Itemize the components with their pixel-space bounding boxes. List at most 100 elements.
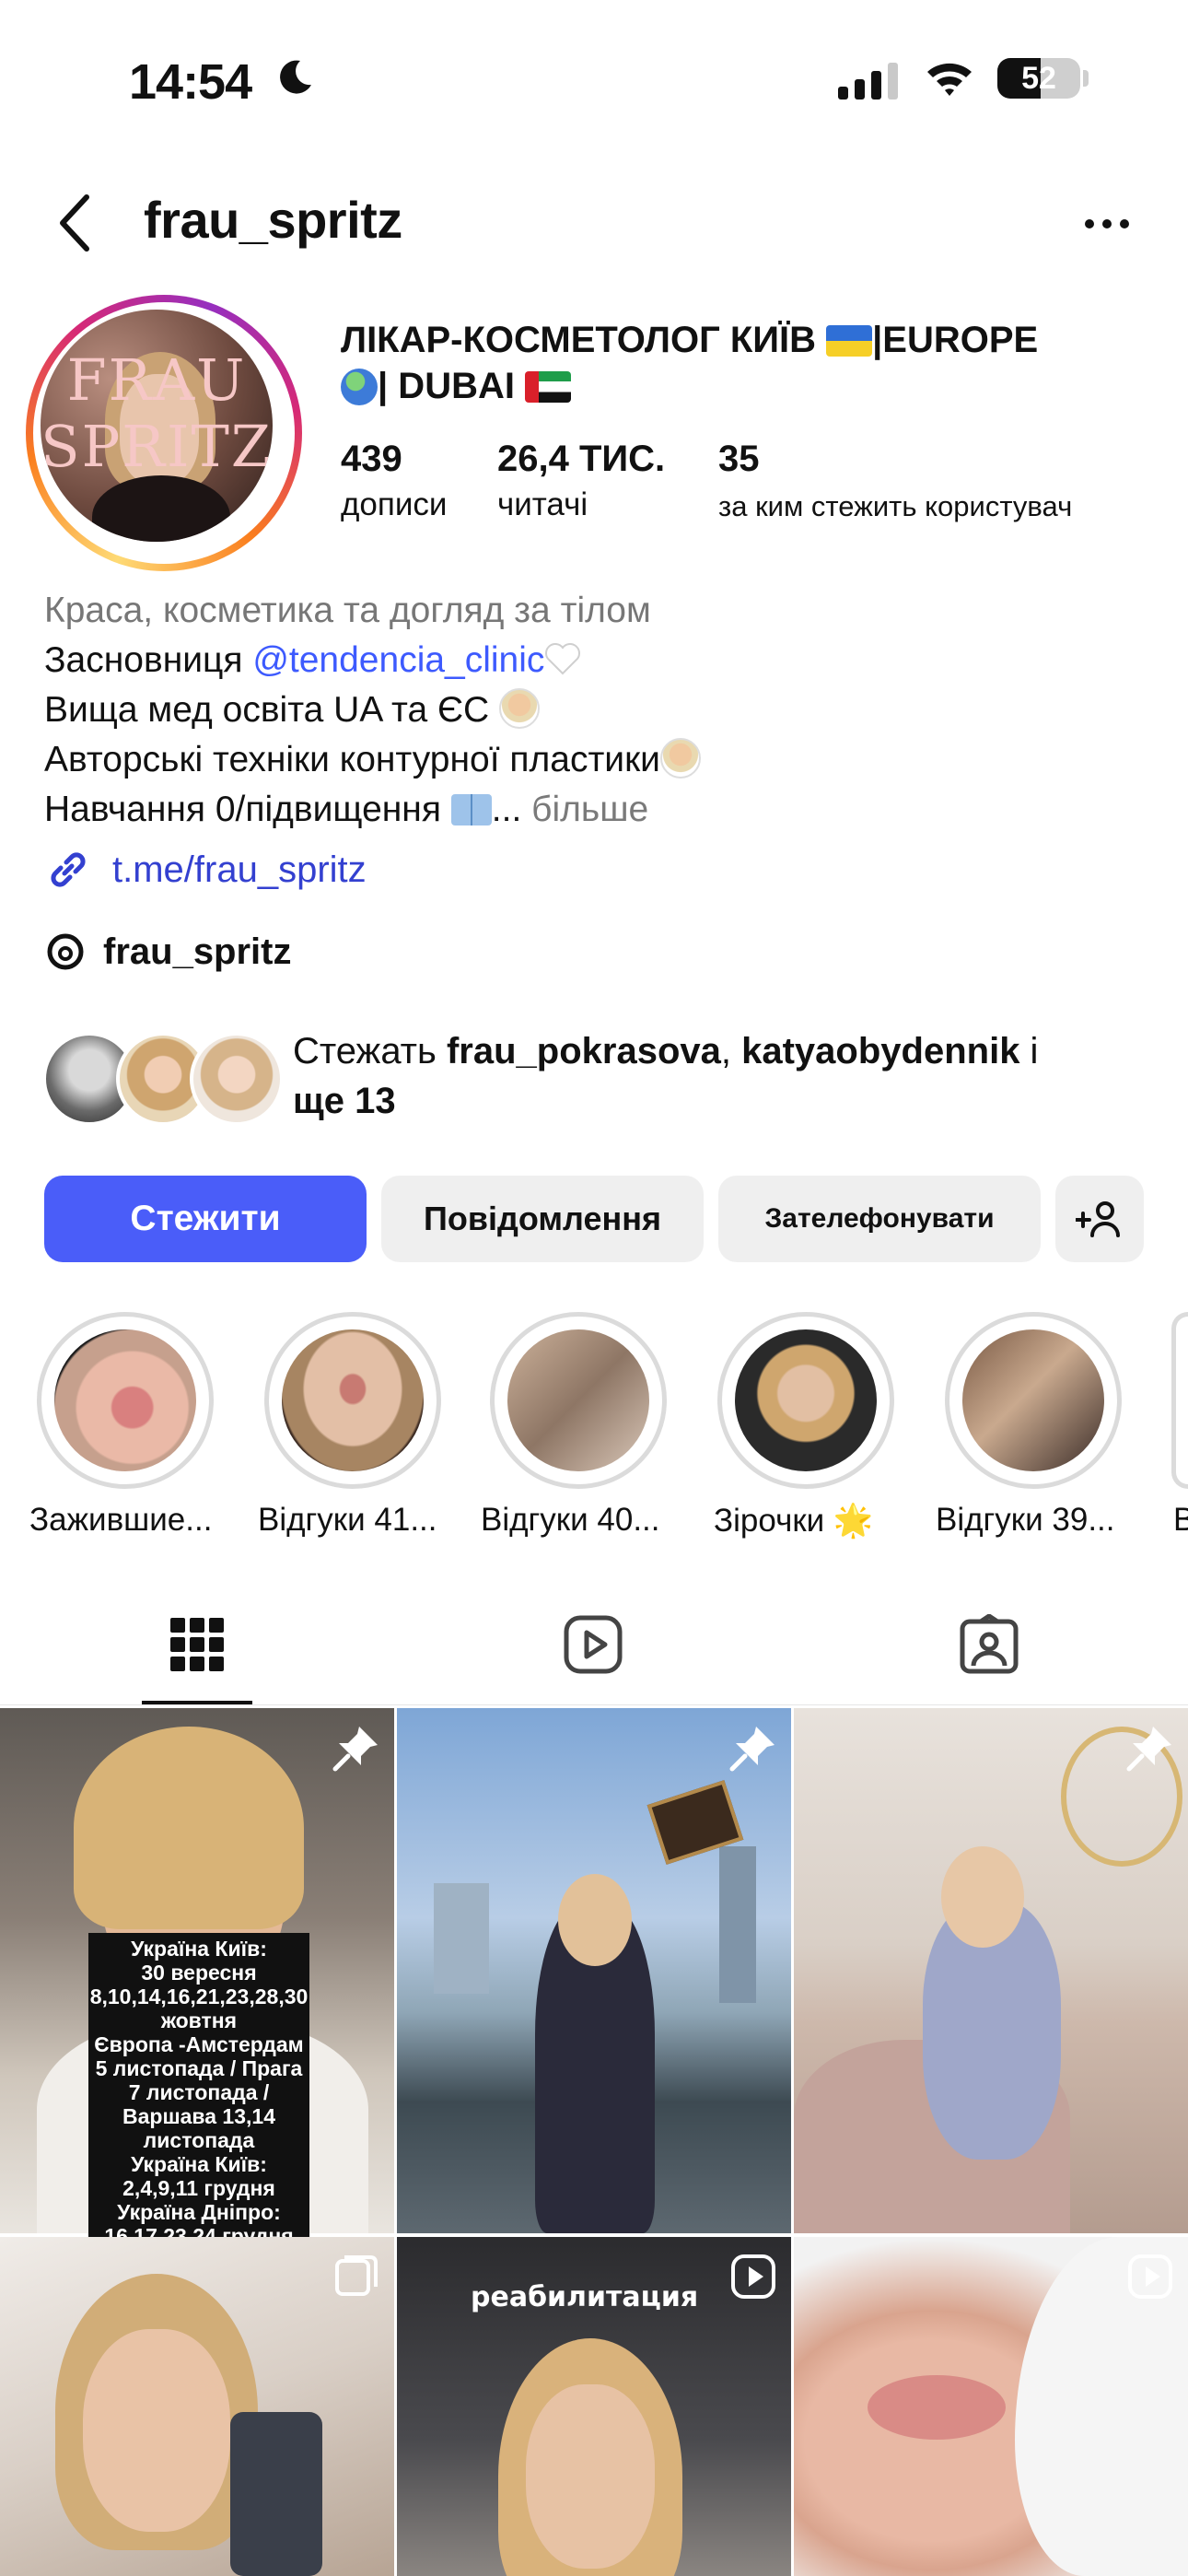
- bio-line: Навчання 0/підвищення: [44, 790, 451, 829]
- threads-username[interactable]: frau_spritz: [103, 931, 292, 973]
- tagged-icon[interactable]: [959, 1614, 1019, 1675]
- highlight-label: В: [1173, 1502, 1188, 1538]
- highlight-label: Відгуки 40...: [481, 1502, 660, 1538]
- overlay-line: 5 листопада / Прага: [95, 2056, 303, 2080]
- highlight-item[interactable]: Зірочки 🌟: [714, 1312, 894, 1539]
- post-thumbnail[interactable]: [397, 1708, 791, 2233]
- follow-button[interactable]: Стежити: [44, 1176, 367, 1262]
- highlight-cover: [282, 1329, 424, 1471]
- post-subject: [526, 2384, 655, 2569]
- overlay-line: Україна Дніпро:: [117, 2200, 281, 2224]
- post-thumbnail[interactable]: [794, 2237, 1188, 2576]
- post-thumbnail[interactable]: [794, 1708, 1188, 2233]
- highlight-cover: [962, 1329, 1104, 1471]
- overlay-line: жовтня: [160, 2008, 238, 2032]
- profile-name-line1: ЛІКАР-КОСМЕТОЛОГ КИЇВ: [341, 320, 827, 360]
- avatar-photo: FRAU SPRITZ: [41, 310, 273, 542]
- link-text[interactable]: t.me/frau_spritz: [112, 849, 367, 891]
- health-worker-icon: [499, 688, 541, 729]
- overlay-line: Європа -Амстердам: [94, 2032, 304, 2056]
- more-icon[interactable]: [1085, 219, 1129, 228]
- back-icon[interactable]: [53, 192, 98, 254]
- profile-name: ЛІКАР-КОСМЕТОЛОГ КИЇВ |EUROPE | DUBAI: [341, 317, 1151, 409]
- profile-category: Краса, косметика та догляд за тілом: [44, 591, 651, 630]
- signal-icon: [838, 61, 898, 100]
- overlay-line: 30 вересня: [141, 1961, 257, 1985]
- pin-icon: [729, 1727, 775, 1772]
- post-thumbnail[interactable]: [0, 2237, 394, 2576]
- followed-user: frau_pokrasova: [446, 1031, 721, 1071]
- woman-gesturing-icon: [659, 738, 701, 779]
- link-icon: [51, 852, 86, 887]
- overlay-line: 8,10,14,16,21,23,28,30: [89, 1985, 309, 2008]
- reels-icon[interactable]: [563, 1614, 623, 1675]
- bio-ellipsis: ...: [491, 790, 532, 829]
- avatar[interactable]: FRAU SPRITZ: [26, 295, 302, 571]
- battery-icon: 52: [997, 58, 1080, 99]
- followed-sep: ,: [720, 1031, 742, 1071]
- status-time: 14:54: [129, 54, 252, 110]
- posts-count[interactable]: 439: [341, 439, 402, 480]
- following-count[interactable]: 35: [718, 439, 760, 480]
- avatar: [190, 1032, 284, 1126]
- overlay-line: Україна Київ:: [131, 2152, 267, 2176]
- following-label[interactable]: за ким стежить користувач: [718, 490, 1072, 523]
- highlight-label: Відгуки 39...: [936, 1502, 1115, 1538]
- mutual-followers-avatars[interactable]: [42, 1032, 284, 1126]
- post-subject-head: [558, 1874, 632, 1966]
- post-subject-hair: [74, 1727, 304, 1929]
- avatar-logo-text: FRAU: [66, 346, 247, 414]
- followed-more: ще 13: [293, 1081, 396, 1121]
- bio-line: Вища мед освіта UA та ЄС: [44, 690, 500, 730]
- suggested-users-button[interactable]: [1055, 1176, 1144, 1262]
- threads-icon: [47, 933, 84, 970]
- add-person-icon: [1076, 1201, 1120, 1237]
- highlight-item[interactable]: В: [1171, 1312, 1188, 1538]
- ukraine-flag-icon: [826, 325, 873, 357]
- bio: Краса, косметика та догляд за тілом Засн…: [44, 586, 701, 835]
- followed-prefix: Стежать: [293, 1031, 447, 1071]
- post-subject: [83, 2329, 230, 2532]
- call-button[interactable]: Зателефонувати: [718, 1176, 1041, 1262]
- bio-mention-link[interactable]: @tendencia_clinic: [252, 640, 544, 680]
- white-heart-icon: [545, 643, 581, 675]
- followed-suffix: і: [1019, 1031, 1039, 1071]
- post-building: [434, 1883, 489, 1994]
- message-button[interactable]: Повідомлення: [381, 1176, 704, 1262]
- overlay-line: листопада: [143, 2128, 255, 2152]
- followers-count[interactable]: 26,4 ТИС.: [497, 439, 665, 480]
- grid-icon[interactable]: [167, 1614, 227, 1675]
- moon-icon: [280, 60, 311, 94]
- threads-badge[interactable]: frau_spritz: [44, 931, 292, 973]
- highlight-item[interactable]: Відгуки 40...: [481, 1312, 667, 1538]
- profile-name-line2: | DUBAI: [378, 366, 526, 406]
- posts-label[interactable]: дописи: [341, 486, 447, 523]
- post-thumbnail[interactable]: реабилитация: [397, 2237, 791, 2576]
- highlight-label: Зірочки 🌟: [714, 1503, 874, 1539]
- post-lips: [868, 2375, 1006, 2440]
- external-link[interactable]: t.me/frau_spritz: [44, 846, 367, 894]
- pin-icon: [332, 1727, 378, 1772]
- open-book-icon: [450, 794, 492, 825]
- highlight-item[interactable]: Відгуки 41...: [258, 1312, 441, 1538]
- overlay-line: 7 листопада /: [128, 2080, 270, 2104]
- post-caption-overlay: реабилитация: [471, 2281, 699, 2313]
- followers-label[interactable]: читачі: [497, 486, 588, 523]
- mutual-followers-text[interactable]: Стежать frau_pokrasova, katyaobydennik і…: [293, 1026, 1159, 1126]
- followed-user: katyaobydennik: [741, 1031, 1020, 1071]
- bio-line: Засновниця: [44, 640, 253, 680]
- post-text-overlay: Україна Київ: 30 вересня 8,10,14,16,21,2…: [88, 1933, 309, 2252]
- highlight-cover: [507, 1329, 649, 1471]
- overlay-line: 2,4,9,11 грудня: [122, 2176, 275, 2200]
- globe-icon: [341, 369, 378, 405]
- bio-line: Авторські техніки контурної пластики: [44, 740, 660, 779]
- bio-more-link[interactable]: більше: [531, 790, 648, 829]
- highlight-item[interactable]: Відгуки 39...: [936, 1312, 1122, 1538]
- highlight-cover: [54, 1329, 196, 1471]
- profile-name-line1-tail: |EUROPE: [872, 320, 1039, 360]
- highlight-item[interactable]: Зажившие...: [29, 1312, 214, 1538]
- overlay-line: Україна Київ:: [131, 1937, 267, 1961]
- overlay-line: Варшава 13,14: [122, 2104, 275, 2128]
- divider: [0, 1704, 1188, 1705]
- post-phone: [230, 2412, 322, 2576]
